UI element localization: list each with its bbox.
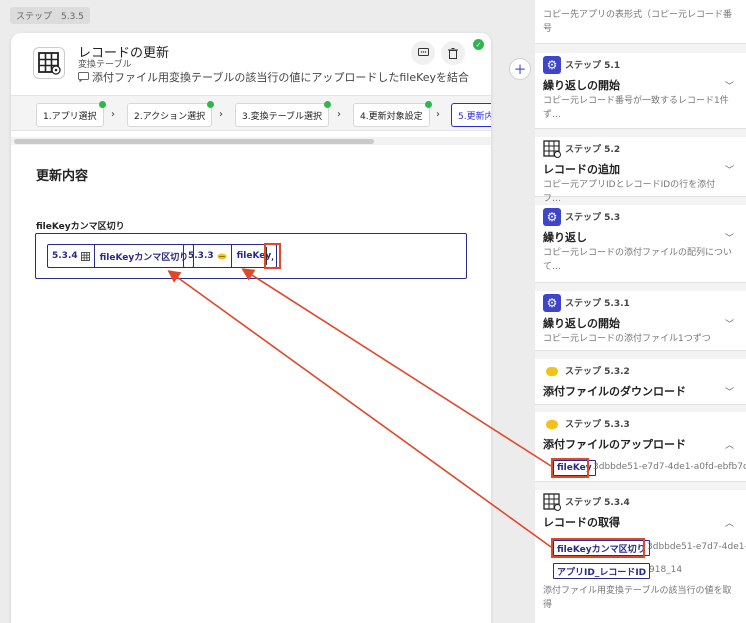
tab-complete-dot (324, 101, 332, 108)
add-step-button[interactable]: + (509, 58, 531, 80)
tab-table-select[interactable]: 3.変換テーブル選択 (235, 101, 332, 127)
variable-token-filekey-csv[interactable]: 5.3.4 fileKeyカンマ区切り (47, 244, 195, 268)
filekey-field[interactable]: 5.3.4 fileKeyカンマ区切り 5.3.3 fileKey , (35, 233, 467, 279)
chevron-down-icon[interactable]: ﹀ (725, 163, 734, 176)
step-desc: コピー元レコードの添付ファイル1つずつ (543, 334, 711, 344)
comment-icon (417, 48, 429, 56)
table-icon (543, 493, 561, 511)
step-number: ステップ 5.3 (565, 213, 621, 223)
section-title: 更新内容 (36, 169, 89, 184)
chevron-down-icon[interactable]: ﹀ (725, 79, 734, 92)
token-step: 5.3.4 (48, 245, 95, 267)
output-var-app-record-id[interactable]: アプリID_レコードID (553, 563, 651, 579)
table-icon (80, 251, 90, 261)
kintone-icon (543, 362, 561, 380)
step-number: ステップ 5.1 (565, 61, 621, 71)
description-text: 添付ファイル用変換テーブルの該当行の値にアップロードしたfileKeyを結合 (92, 71, 470, 84)
chevron-right-icon: › (111, 109, 115, 120)
step-desc: コピー元レコード番号が一致するレコード1件ず… (543, 96, 729, 120)
comma-text: , (270, 250, 275, 263)
chevron-up-icon[interactable]: ︿ (725, 438, 734, 451)
kintone-icon (217, 253, 227, 259)
step-title: 繰り返しの開始 (543, 317, 620, 330)
comment-icon (78, 72, 89, 82)
tab-label: 3.変換テーブル選択 (242, 111, 323, 122)
token-step: 5.3.3 (184, 245, 232, 267)
step-item-partial[interactable]: コピー先アプリの表形式（コピー元レコード番号 (535, 0, 746, 44)
field-label: fileKeyカンマ区切り (36, 222, 125, 232)
success-check-icon: ✓ (473, 39, 484, 50)
output-var-value: 3dbbde51-e7d7-4de1-a0fd-ebfb7dfe (593, 462, 746, 472)
step-title: レコードの追加 (543, 163, 620, 176)
tab-app-select[interactable]: 1.アプリ選択 (36, 101, 106, 127)
step-title: レコードの取得 (543, 516, 620, 529)
output-var-value: 918_14 (649, 565, 683, 575)
chevron-right-icon: › (337, 109, 341, 120)
step-number: ステップ 5.2 (565, 145, 621, 155)
card-header: レコードの更新 変換テーブル 添付ファイル用変換テーブルの該当行の値にアップロー… (11, 33, 491, 95)
step-title: 繰り返しの開始 (543, 79, 620, 92)
table-app-icon (33, 47, 65, 79)
step-editor-card: レコードの更新 変換テーブル 添付ファイル用変換テーブルの該当行の値にアップロー… (11, 33, 491, 623)
step-desc: コピー元アプリIDとレコードIDの行を添付フ… (543, 180, 716, 204)
tab-label: 2.アクション選択 (134, 111, 206, 122)
tab-complete-dot (98, 101, 106, 108)
step-item-5-3[interactable]: ⚙ ステップ 5.3 繰り返し ﹀ コピー元レコードの添付ファイルの配列について… (535, 205, 746, 283)
gear-icon: ⚙ (543, 208, 561, 226)
chevron-down-icon[interactable]: ﹀ (725, 317, 734, 330)
step-item-desc: コピー先アプリの表形式（コピー元レコード番号 (543, 10, 733, 34)
step-chip: ステップ 5.3.5 (10, 7, 90, 24)
step-desc: コピー元レコードの添付ファイルの配列について… (543, 248, 733, 272)
tab-action-select[interactable]: 2.アクション選択 (127, 101, 215, 127)
token-name: fileKeyカンマ区切り (99, 252, 189, 263)
tab-label: 5.更新内 (458, 111, 491, 122)
step-number: ステップ 5.3.2 (565, 367, 630, 377)
chevron-right-icon: › (219, 109, 223, 120)
setting-tabs: 1.アプリ選択 › 2.アクション選択 › 3.変換テーブル選択 › 4.更新対… (11, 95, 491, 131)
trash-icon (448, 47, 458, 59)
step-number: ステップ 5.3.4 (565, 498, 630, 508)
page-description: 添付ファイル用変換テーブルの該当行の値にアップロードしたfileKeyを結合 (78, 69, 469, 85)
step-number: ステップ 5.3.3 (565, 420, 630, 430)
tab-update-content[interactable]: 5.更新内 (451, 103, 491, 127)
gear-icon: ⚙ (543, 294, 561, 312)
step-item-5-2[interactable]: ステップ 5.2 レコードの追加 ﹀ コピー元アプリIDとレコードIDの行を添付… (535, 137, 746, 204)
token-step-number: 5.3.3 (188, 251, 214, 261)
step-desc: 添付ファイル用変換テーブルの該当行の値を取得 (543, 586, 732, 610)
step-list-panel: コピー先アプリの表形式（コピー元レコード番号 ⚙ ステップ 5.1 繰り返しの開… (535, 0, 746, 623)
plus-icon: + (513, 60, 527, 78)
token-step-number: 5.3.4 (52, 251, 78, 261)
step-title: 添付ファイルのアップロード (543, 438, 686, 451)
comment-button[interactable] (411, 41, 435, 65)
tab-label: 1.アプリ選択 (43, 111, 97, 122)
step-title: 繰り返し (543, 231, 587, 244)
step-number: ステップ 5.3.1 (565, 299, 630, 309)
horizontal-scrollbar[interactable] (11, 137, 491, 145)
scrollbar-thumb[interactable] (14, 139, 374, 144)
chevron-up-icon[interactable]: ︿ (725, 516, 734, 529)
tab-label: 4.更新対象設定 (360, 111, 423, 122)
tab-complete-dot (207, 101, 215, 108)
step-title: 添付ファイルのダウンロード (543, 385, 686, 398)
chevron-right-icon: › (436, 109, 440, 120)
tab-target-setting[interactable]: 4.更新対象設定 (353, 101, 432, 127)
text-cursor (266, 247, 267, 265)
chevron-down-icon[interactable]: ﹀ (725, 385, 734, 398)
annotation-box (551, 538, 645, 558)
step-item-5-1[interactable]: ⚙ ステップ 5.1 繰り返しの開始 ﹀ コピー元レコード番号が一致するレコード… (535, 53, 746, 129)
table-icon (543, 140, 561, 158)
chevron-down-icon[interactable]: ﹀ (725, 231, 734, 244)
step-item-5-3-2[interactable]: ステップ 5.3.2 添付ファイルのダウンロード ﹀ (535, 359, 746, 405)
kintone-icon (543, 415, 561, 433)
output-var-value: 3dbbde51-e7d7-4de1-a (647, 542, 746, 552)
gear-icon: ⚙ (543, 56, 561, 74)
delete-button[interactable] (441, 41, 465, 65)
annotation-box (551, 458, 589, 478)
step-item-5-3-1[interactable]: ⚙ ステップ 5.3.1 繰り返しの開始 ﹀ コピー元レコードの添付ファイル1つ… (535, 291, 746, 351)
tab-complete-dot (424, 101, 432, 108)
